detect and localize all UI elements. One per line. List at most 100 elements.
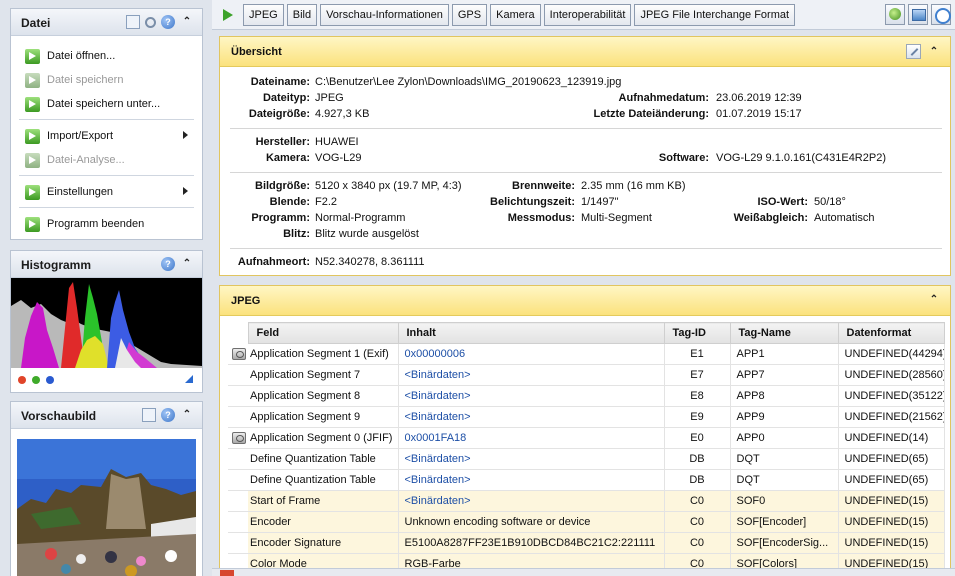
globe-icon[interactable] xyxy=(885,4,905,25)
jpeg-table: Feld Inhalt Tag-ID Tag-Name Datenformat … xyxy=(228,322,945,574)
search-icon[interactable] xyxy=(145,16,156,28)
blitz-value: Blitz wurde ausgelöst xyxy=(315,228,419,240)
forward-arrow-icon[interactable] xyxy=(221,8,235,22)
tab-interoperabilitaet[interactable]: Interoperabilität xyxy=(543,4,632,26)
cell-inhalt[interactable]: <Binärdaten> xyxy=(398,469,665,491)
menu-datei-oeffnen[interactable]: Datei öffnen... xyxy=(19,44,194,68)
overview-panel-header: Übersicht ⌃ xyxy=(220,37,950,67)
edit-icon[interactable] xyxy=(906,44,921,59)
blende-label: Blende: xyxy=(269,196,310,208)
status-marker xyxy=(220,570,234,576)
cell-inhalt[interactable]: <Binärdaten> xyxy=(398,490,665,512)
collapse-icon[interactable]: ⌃ xyxy=(180,15,194,29)
tab-jpeg[interactable]: JPEG xyxy=(243,4,284,26)
col-header-feld[interactable]: Feld xyxy=(247,322,399,344)
row-icon-cell xyxy=(228,532,248,554)
cell-tag-name: APP9 xyxy=(730,406,839,428)
aufnahmedatum-label: Aufnahmedatum: xyxy=(618,92,709,104)
cell-datenformat: UNDEFINED(21562) xyxy=(838,406,945,428)
info-view-icon[interactable] xyxy=(931,4,951,25)
collapse-icon[interactable]: ⌃ xyxy=(180,257,194,271)
cell-datenformat: UNDEFINED(14) xyxy=(838,427,945,449)
row-icon-cell xyxy=(228,427,248,449)
divider xyxy=(230,172,942,173)
menu-programm-beenden[interactable]: Programm beenden xyxy=(19,212,194,236)
collapse-icon[interactable]: ⌃ xyxy=(180,408,194,422)
help-icon[interactable]: ? xyxy=(161,15,175,29)
col-header-tag-name[interactable]: Tag-Name xyxy=(729,322,839,344)
cell-inhalt[interactable]: <Binärdaten> xyxy=(398,364,665,386)
col-header-inhalt[interactable]: Inhalt xyxy=(397,322,665,344)
tab-jfif[interactable]: JPEG File Interchange Format xyxy=(634,4,796,26)
messmodus-label: Messmodus: xyxy=(507,212,575,224)
menu-label: Programm beenden xyxy=(47,218,145,230)
cell-tag-name: DQT xyxy=(730,469,839,491)
tab-gps[interactable]: GPS xyxy=(451,4,488,26)
table-row[interactable]: Application Segment 1 (Exif) 0x00000006 … xyxy=(228,343,945,365)
cell-tag-id: DB xyxy=(664,448,731,470)
programm-label: Programm: xyxy=(251,212,310,224)
col-header-tag-id[interactable]: Tag-ID xyxy=(663,322,731,344)
cell-tag-name: APP8 xyxy=(730,385,839,407)
menu-einstellungen[interactable]: Einstellungen xyxy=(19,180,194,204)
arrow-icon xyxy=(25,96,40,112)
dateiname-value: C:\Benutzer\Lee Zylon\Downloads\IMG_2019… xyxy=(315,76,622,88)
status-bar xyxy=(212,568,955,576)
table-row[interactable]: Define Quantization Table <Binärdaten> D… xyxy=(228,448,945,470)
cell-inhalt[interactable]: 0x0001FA18 xyxy=(398,427,665,449)
jpeg-panel-header: JPEG ⌃ xyxy=(220,286,950,316)
table-row[interactable]: Define Quantization Table <Binärdaten> D… xyxy=(228,469,945,491)
tab-kamera[interactable]: Kamera xyxy=(490,4,541,26)
green-channel-dot[interactable] xyxy=(32,376,40,384)
arrow-icon xyxy=(25,128,40,144)
vorschau-panel: Vorschaubild ? ⌃ xyxy=(10,401,203,576)
table-row[interactable]: Start of Frame <Binärdaten> C0 SOF0 UNDE… xyxy=(228,490,945,512)
cell-tag-id: E1 xyxy=(664,343,731,365)
cell-inhalt[interactable]: <Binärdaten> xyxy=(398,406,665,428)
col-header-datenformat[interactable]: Datenformat xyxy=(837,322,945,344)
table-row[interactable]: Encoder Signature E5100A8287FF23E1B910DB… xyxy=(228,532,945,554)
help-icon[interactable]: ? xyxy=(161,257,175,271)
expand-icon[interactable] xyxy=(185,375,193,383)
cell-inhalt[interactable]: <Binärdaten> xyxy=(398,448,665,470)
table-row[interactable]: Application Segment 0 (JFIF) 0x0001FA18 … xyxy=(228,427,945,449)
menu-divider xyxy=(19,175,194,176)
cell-datenformat: UNDEFINED(44294) xyxy=(838,343,945,365)
kamera-label: Kamera: xyxy=(265,152,310,164)
tab-bild[interactable]: Bild xyxy=(286,4,318,26)
menu-datei-speichern: Datei speichern xyxy=(19,68,194,92)
table-row[interactable]: Encoder Unknown encoding software or dev… xyxy=(228,511,945,533)
row-icon-cell xyxy=(228,511,248,533)
iso-value: 50/18° xyxy=(814,196,846,208)
menu-datei-speichern-unter[interactable]: Datei speichern unter... xyxy=(19,92,194,116)
cell-feld: Application Segment 1 (Exif) xyxy=(248,343,399,365)
dateityp-label: Dateityp: xyxy=(262,92,310,104)
image-view-icon[interactable] xyxy=(908,4,928,25)
software-value: VOG-L29 9.1.0.161(C431E4R2P2) xyxy=(716,152,886,164)
copy-icon[interactable] xyxy=(126,15,140,29)
cell-inhalt: Unknown encoding software or device xyxy=(398,511,665,533)
menu-import-export[interactable]: Import/Export xyxy=(19,124,194,148)
divider xyxy=(230,128,942,129)
blue-channel-dot[interactable] xyxy=(46,376,54,384)
cell-tag-name: SOF[EncoderSig... xyxy=(730,532,839,554)
programm-value: Normal-Programm xyxy=(315,212,406,224)
collapse-icon[interactable]: ⌃ xyxy=(927,293,941,307)
red-channel-dot[interactable] xyxy=(18,376,26,384)
cell-feld: Application Segment 0 (JFIF) xyxy=(248,427,399,449)
tab-vorschau-informationen[interactable]: Vorschau-Informationen xyxy=(320,4,449,26)
table-row[interactable]: Application Segment 7 <Binärdaten> E7 AP… xyxy=(228,364,945,386)
cell-inhalt[interactable]: 0x00000006 xyxy=(398,343,665,365)
table-row[interactable]: Application Segment 9 <Binärdaten> E9 AP… xyxy=(228,406,945,428)
menu-datei-analyse: Datei-Analyse... xyxy=(19,148,194,172)
table-row[interactable]: Application Segment 8 <Binärdaten> E8 AP… xyxy=(228,385,945,407)
cell-inhalt: E5100A8287FF23E1B910DBCD84BC21C2:221111 xyxy=(398,532,665,554)
histogramm-panel: Histogramm ? ⌃ xyxy=(10,250,203,393)
hersteller-value: HUAWEI xyxy=(315,136,359,148)
image-remove-icon[interactable] xyxy=(142,408,156,422)
aufnahmeort-value: N52.340278, 8.361111 xyxy=(315,256,425,268)
collapse-icon[interactable]: ⌃ xyxy=(927,45,941,59)
help-icon[interactable]: ? xyxy=(161,408,175,422)
cell-tag-name: APP7 xyxy=(730,364,839,386)
cell-inhalt[interactable]: <Binärdaten> xyxy=(398,385,665,407)
